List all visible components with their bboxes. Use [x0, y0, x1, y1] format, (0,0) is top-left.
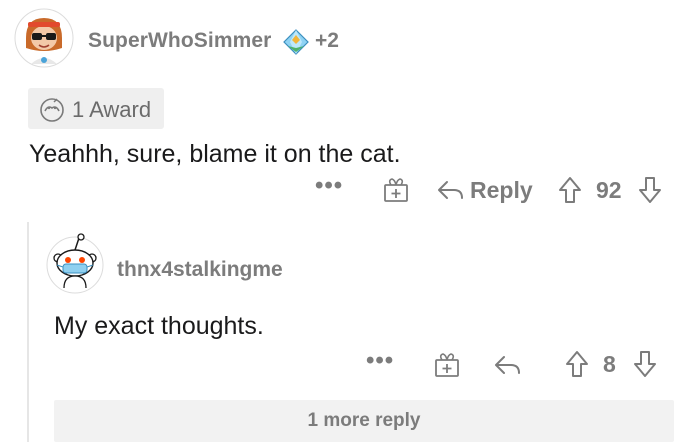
upvote-arrow-icon[interactable]	[565, 350, 589, 378]
more-options-button[interactable]: •••	[366, 347, 394, 375]
gift-icon[interactable]	[383, 177, 409, 203]
award-icon	[40, 98, 64, 122]
upvote-arrow-icon[interactable]	[558, 176, 582, 204]
comment-author[interactable]: SuperWhoSimmer	[88, 29, 271, 53]
reply-arrow-icon[interactable]	[493, 353, 521, 377]
vote-score: 92	[596, 177, 622, 203]
user-avatar-icon[interactable]	[14, 8, 74, 68]
gift-icon[interactable]	[434, 352, 460, 378]
flair-extra-count[interactable]: +2	[315, 29, 339, 53]
snoo-avatar-icon[interactable]	[44, 232, 106, 294]
comment-body: Yeahhh, sure, blame it on the cat.	[29, 140, 401, 168]
reply-button[interactable]: Reply	[470, 177, 533, 204]
award-count-label[interactable]: 1 Award	[72, 97, 151, 123]
thread-line[interactable]	[27, 222, 29, 442]
reply-arrow-icon[interactable]	[436, 178, 464, 202]
vote-score: 8	[603, 351, 616, 377]
more-options-button[interactable]: •••	[315, 172, 343, 200]
more-replies-button[interactable]: 1 more reply	[54, 400, 674, 442]
downvote-arrow-icon[interactable]	[633, 350, 657, 378]
reply-author[interactable]: thnx4stalkingme	[117, 258, 283, 282]
reply-body: My exact thoughts.	[54, 312, 264, 340]
diamond-flair-icon	[283, 29, 309, 55]
downvote-arrow-icon[interactable]	[638, 176, 662, 204]
